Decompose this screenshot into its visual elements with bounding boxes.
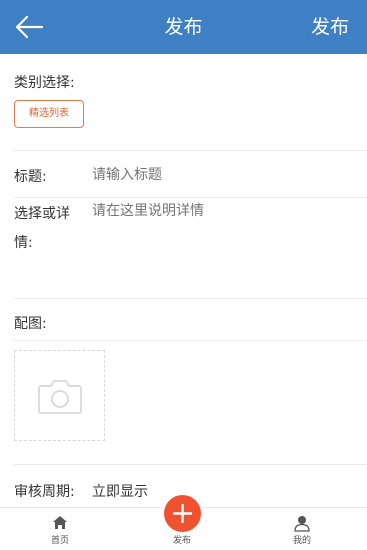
tab-home-label: 首页 xyxy=(50,536,69,546)
divider xyxy=(14,197,367,198)
divider xyxy=(14,464,367,465)
divider xyxy=(14,298,367,299)
image-upload-box[interactable] xyxy=(14,350,105,441)
review-period-value: 立即显示 xyxy=(92,484,148,500)
detail-textarea[interactable] xyxy=(92,201,354,291)
user-icon xyxy=(294,516,310,532)
home-icon xyxy=(53,516,67,529)
category-tag-button[interactable]: 精选列表 xyxy=(14,100,84,128)
publish-button[interactable]: 发布 xyxy=(311,0,349,54)
back-arrow-icon[interactable] xyxy=(14,14,44,40)
divider xyxy=(14,150,367,151)
image-label: 配图: xyxy=(14,316,47,332)
tab-home[interactable]: 首页 xyxy=(20,508,100,550)
detail-label-continued: 情: xyxy=(14,235,33,251)
tab-post-label: 发布 xyxy=(172,536,191,546)
camera-icon xyxy=(38,380,82,414)
tab-mine[interactable]: 我的 xyxy=(262,508,342,550)
title-input[interactable] xyxy=(92,165,352,185)
plus-icon xyxy=(172,503,193,524)
top-app-bar: 发布 发布 xyxy=(0,0,367,54)
review-period-label: 审核周期: xyxy=(14,484,75,500)
detail-label: 选择或详 xyxy=(14,206,70,222)
post-fab-button[interactable] xyxy=(164,495,201,532)
tab-mine-label: 我的 xyxy=(292,536,311,546)
title-label: 标题: xyxy=(14,169,47,185)
category-label: 类别选择: xyxy=(14,75,75,91)
divider xyxy=(14,340,367,341)
